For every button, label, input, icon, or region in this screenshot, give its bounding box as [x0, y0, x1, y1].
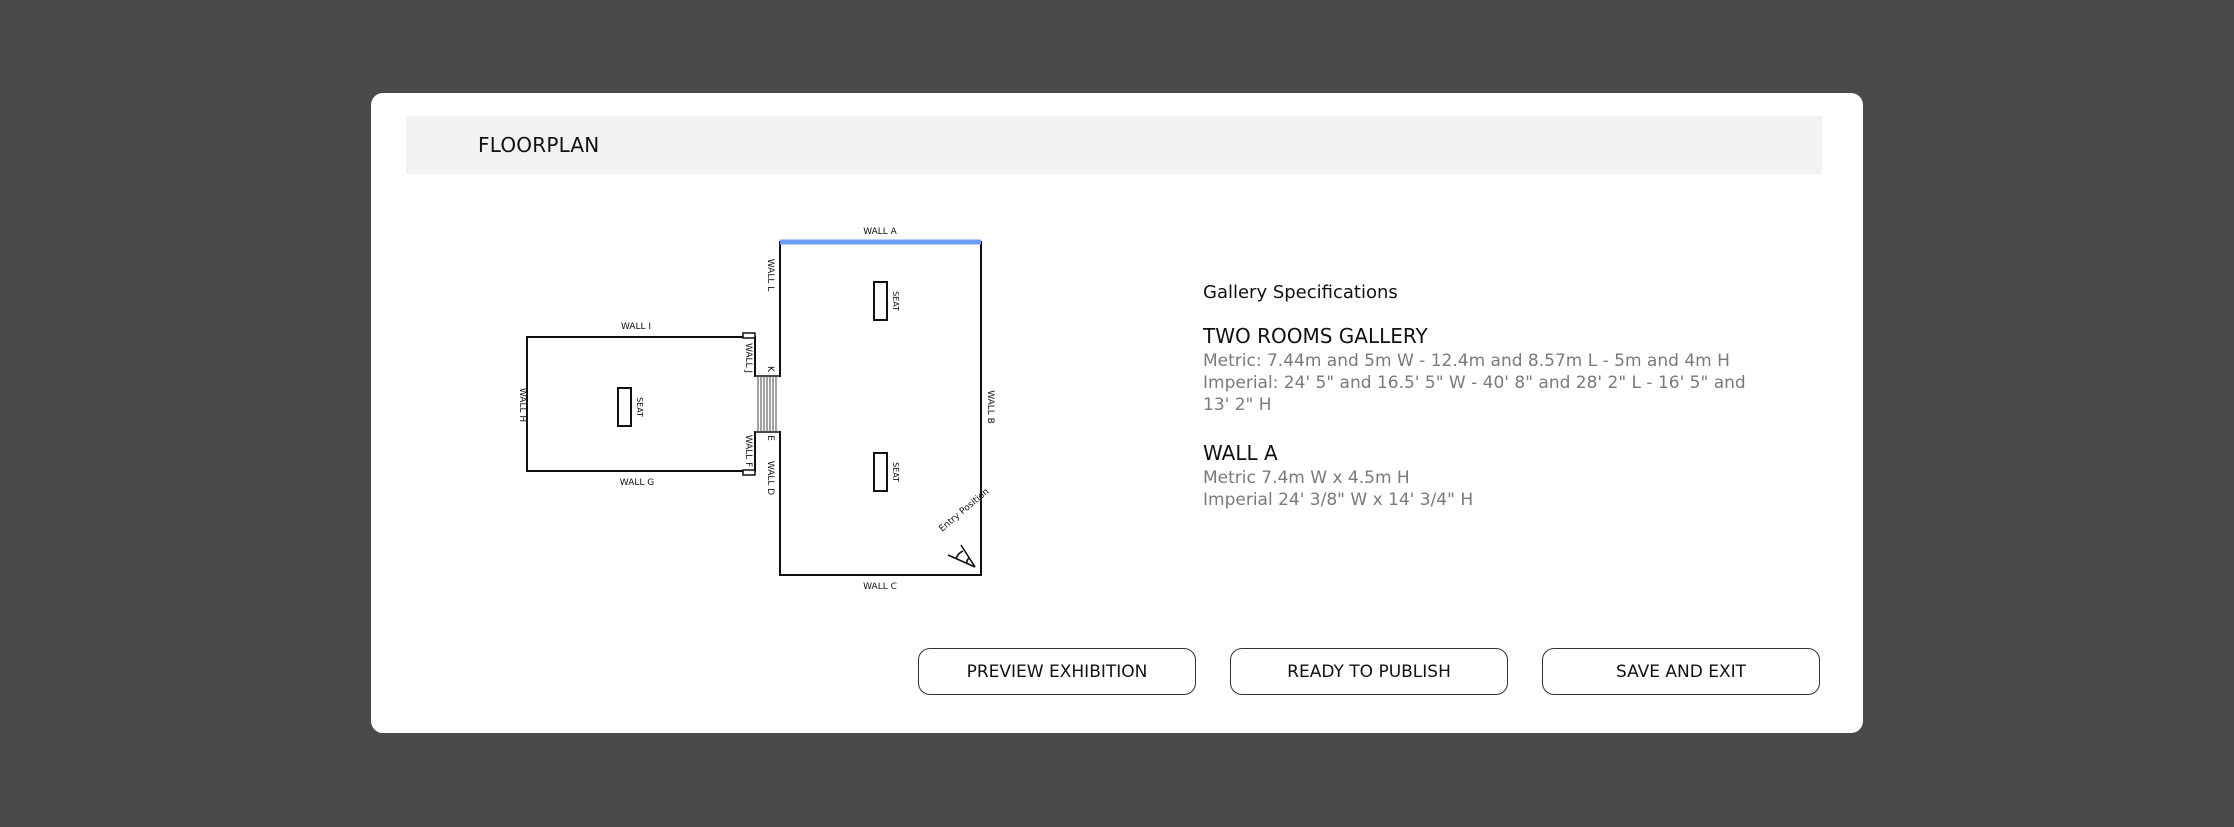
wall-e-label[interactable]: E — [765, 435, 775, 441]
wall-d-label[interactable]: WALL D — [765, 461, 775, 495]
wall-g-label[interactable]: WALL G — [620, 478, 654, 488]
seat-label-bottom: SEAT — [891, 462, 900, 482]
wall-h-label[interactable]: WALL H — [517, 388, 527, 422]
wall-imperial: Imperial 24' 3/8" W x 14' 3/4" H — [1203, 490, 1474, 510]
specs-heading: Gallery Specifications — [1203, 282, 1398, 303]
wall-b-label[interactable]: WALL B — [985, 390, 995, 424]
wall-j-notch — [742, 332, 756, 339]
wall-f-label[interactable]: WALL F — [743, 435, 753, 468]
seat-label-small: SEAT — [635, 397, 644, 417]
gallery-metric: Metric: 7.44m and 5m W - 12.4m and 8.57m… — [1203, 351, 1730, 371]
save-and-exit-button[interactable]: SAVE AND EXIT — [1542, 648, 1820, 695]
wall-i-label[interactable]: WALL I — [621, 322, 651, 332]
wall-f-notch — [742, 469, 756, 476]
floorplan-modal: FLOORPLAN Entry Position WALL A WALL C W… — [371, 93, 1863, 733]
wall-a-label[interactable]: WALL A — [863, 227, 897, 237]
seat-big-room-top — [873, 281, 888, 321]
seat-big-room-bottom — [873, 452, 888, 492]
gallery-imperial: Imperial: 24' 5" and 16.5' 5" W - 40' 8"… — [1203, 373, 1746, 415]
wall-j-label[interactable]: WALL J — [743, 343, 753, 373]
wall-name: WALL A — [1203, 441, 1278, 465]
preview-exhibition-button[interactable]: PREVIEW EXHIBITION — [918, 648, 1196, 695]
wall-k-label[interactable]: K — [765, 366, 775, 373]
gallery-name: TWO ROOMS GALLERY — [1203, 324, 1428, 348]
entry-position-icon — [947, 544, 976, 568]
gallery-specifications: Gallery Specifications TWO ROOMS GALLERY… — [1203, 282, 1763, 511]
wall-metric: Metric 7.4m W x 4.5m H — [1203, 468, 1410, 488]
floorplan-diagram: Entry Position WALL A WALL C WALL I WALL… — [517, 227, 995, 592]
selected-wall-info: WALL A Metric 7.4m W x 4.5m H Imperial 2… — [1203, 441, 1763, 511]
page-title: FLOORPLAN — [478, 133, 600, 157]
entry-position-label: Entry Position — [938, 487, 992, 534]
seat-label-top: SEAT — [891, 291, 900, 311]
ready-to-publish-button[interactable]: READY TO PUBLISH — [1230, 648, 1508, 695]
wall-l-label[interactable]: WALL L — [765, 259, 775, 291]
modal-header: FLOORPLAN — [406, 116, 1822, 174]
wall-c-label[interactable]: WALL C — [863, 582, 897, 592]
corridor-hatch — [757, 376, 777, 432]
